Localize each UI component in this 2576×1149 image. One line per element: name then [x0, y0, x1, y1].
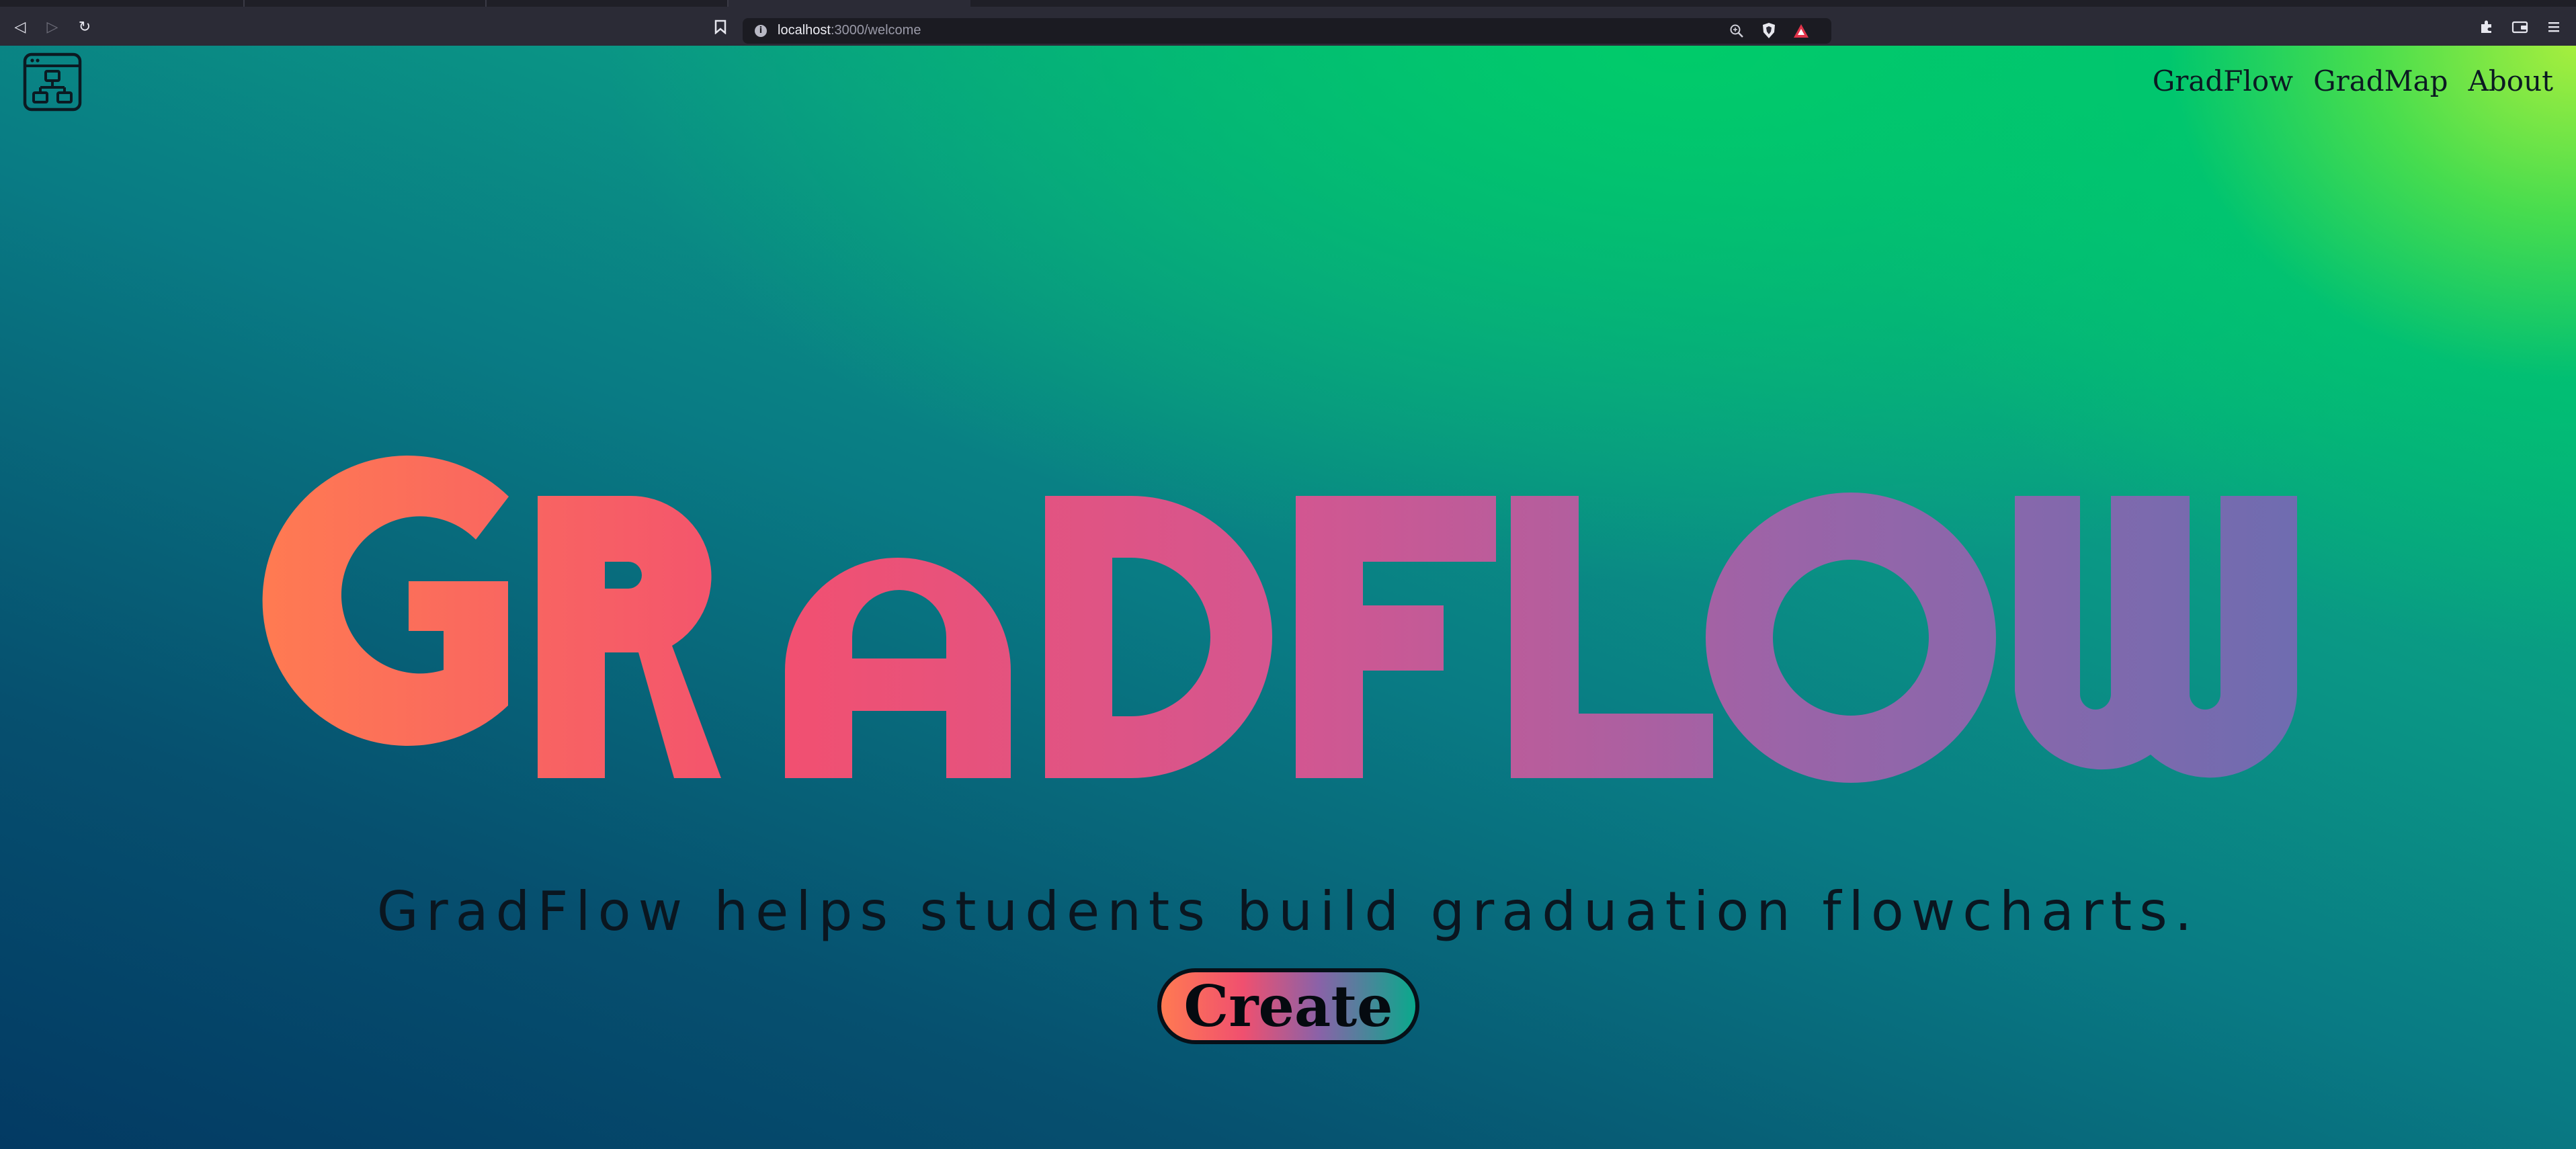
create-button-label: Create [1183, 972, 1393, 1039]
hero-letter-r [538, 495, 721, 778]
brave-shield-icon[interactable] [1760, 22, 1778, 40]
hero-title-text: GRADFLOW [1268, 635, 1307, 642]
puzzle-icon[interactable] [2473, 13, 2500, 40]
forward-icon[interactable]: ▷ [39, 13, 66, 40]
zoom-icon[interactable] [1728, 22, 1745, 40]
hero-title-letters [262, 456, 2297, 783]
brave-rewards-icon[interactable] [1792, 22, 1810, 40]
url-text[interactable]: localhost:3000/welcome [778, 23, 921, 38]
bookmark-icon[interactable] [707, 13, 734, 40]
tab-strip [0, 0, 2576, 7]
hero-tagline: GradFlow helps students build graduation… [376, 880, 2200, 943]
welcome-page: GradFlow GradMap About GRADFLOW GradFlow… [0, 46, 2576, 1149]
reload-icon[interactable]: ↻ [71, 13, 98, 40]
hero-letter-l [1511, 496, 1713, 778]
info-icon[interactable]: i [755, 25, 767, 37]
url-path: :3000/welcome [830, 23, 921, 38]
hero-letter-d [1045, 496, 1272, 778]
hamburger-menu-icon[interactable] [2540, 13, 2567, 40]
browser-tab-active[interactable] [727, 0, 970, 7]
hero-letter-a [785, 558, 1011, 778]
back-icon[interactable]: ◁ [7, 13, 34, 40]
hero-letter-g [262, 456, 509, 747]
browser-tab[interactable] [243, 0, 487, 7]
hero-letter-w [2015, 496, 2297, 778]
url-host: localhost [778, 23, 831, 38]
browser-tab[interactable] [485, 0, 729, 7]
hero-letter-f [1296, 496, 1496, 778]
create-button[interactable]: Create [1157, 968, 1419, 1044]
wallet-icon[interactable] [2507, 13, 2534, 40]
hero-letter-o [1706, 493, 1996, 783]
address-bar[interactable]: i localhost:3000/welcome [743, 18, 1831, 44]
browser-toolbar: ◁ ▷ ↻ i localhost:3000/welcome [0, 7, 2576, 47]
